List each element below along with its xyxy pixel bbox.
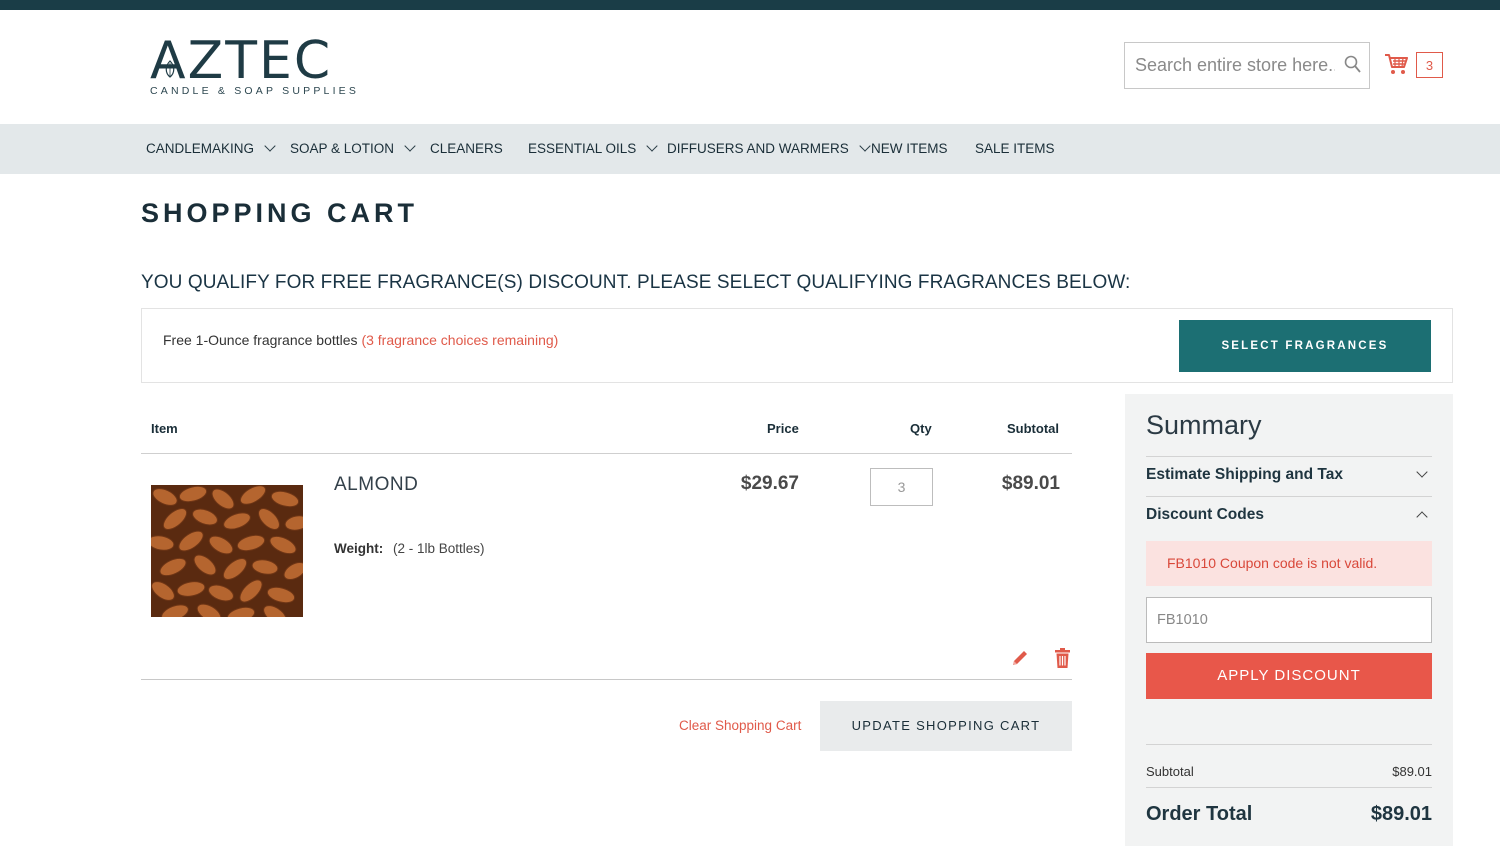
nav-item-sale-items[interactable]: SALE ITEMS <box>975 124 1055 174</box>
chevron-down-icon <box>859 140 871 152</box>
logo-tagline: CANDLE & SOAP SUPPLIES <box>150 85 360 97</box>
nav-label: NEW ITEMS <box>871 141 948 156</box>
discount-codes-label: Discount Codes <box>1146 506 1264 523</box>
promo-box: Free 1-Ounce fragrance bottles (3 fragra… <box>141 308 1453 383</box>
column-header-price: Price <box>767 421 799 436</box>
main-navigation: CANDLEMAKING SOAP & LOTION CLEANERS ESSE… <box>0 124 1500 174</box>
divider <box>1146 744 1432 745</box>
nav-item-soap-lotion[interactable]: SOAP & LOTION <box>290 124 416 174</box>
pencil-icon[interactable] <box>1011 649 1029 667</box>
nav-label: ESSENTIAL OILS <box>528 141 637 156</box>
chevron-down-icon <box>1416 466 1428 478</box>
coupon-error-message: FB1010 Coupon code is not valid. <box>1146 541 1432 586</box>
order-summary: Summary Estimate Shipping and Tax Discou… <box>1125 394 1453 846</box>
select-fragrances-button[interactable]: SELECT FRAGRANCES <box>1179 320 1431 372</box>
chevron-up-icon <box>1416 511 1428 523</box>
nav-item-new-items[interactable]: NEW ITEMS <box>871 124 948 174</box>
summary-title: Summary <box>1146 410 1262 440</box>
nav-label: CLEANERS <box>430 141 503 156</box>
nav-label: SALE ITEMS <box>975 141 1055 156</box>
logo-wordmark: AZTEC <box>150 31 333 91</box>
item-subtotal: $89.01 <box>1001 473 1060 494</box>
cart-count-badge[interactable]: 3 <box>1416 52 1443 78</box>
subtotal-label: Subtotal <box>1146 764 1194 779</box>
nav-item-essential-oils[interactable]: ESSENTIAL OILS <box>528 124 658 174</box>
nav-item-diffusers-warmers[interactable]: DIFFUSERS AND WARMERS <box>667 124 871 174</box>
page-title: SHOPPING CART <box>141 198 419 228</box>
estimate-shipping-label: Estimate Shipping and Tax <box>1146 466 1343 483</box>
nav-item-cleaners[interactable]: CLEANERS <box>430 124 503 174</box>
product-name[interactable]: ALMOND <box>334 474 418 496</box>
clear-cart-link[interactable]: Clear Shopping Cart <box>679 718 801 733</box>
order-total-value: $89.01 <box>1370 803 1432 825</box>
product-image[interactable] <box>151 485 303 617</box>
subtotal-value: $89.01 <box>1392 764 1432 779</box>
almond-photo <box>151 485 303 617</box>
update-cart-button[interactable]: UPDATE SHOPPING CART <box>820 701 1072 751</box>
leaf-icon <box>165 60 175 78</box>
column-header-subtotal: Subtotal <box>1007 421 1059 436</box>
promo-offer-text: Free 1-Ounce fragrance bottles <box>163 332 358 348</box>
trash-icon[interactable] <box>1055 648 1070 668</box>
chevron-down-icon <box>646 140 658 152</box>
order-total-label: Order Total <box>1146 803 1253 825</box>
product-option-label: Weight: <box>334 541 384 556</box>
chevron-down-icon <box>264 140 276 152</box>
nav-item-candlemaking[interactable]: CANDLEMAKING <box>146 124 276 174</box>
product-option-value: (2 - 1lb Bottles) <box>393 541 485 556</box>
discount-code-input[interactable] <box>1146 597 1432 643</box>
search-box[interactable] <box>1124 42 1370 89</box>
nav-label: CANDLEMAKING <box>146 141 255 156</box>
discount-codes-toggle[interactable]: Discount Codes <box>1146 496 1432 536</box>
item-price: $29.67 <box>740 473 799 494</box>
column-header-item: Item <box>151 421 178 436</box>
chevron-down-icon <box>404 140 416 152</box>
search-input[interactable] <box>1125 43 1335 88</box>
promo-offer: Free 1-Ounce fragrance bottles (3 fragra… <box>163 332 558 348</box>
top-accent-bar <box>0 0 1500 10</box>
divider <box>1146 787 1432 788</box>
nav-label: SOAP & LOTION <box>290 141 395 156</box>
cart-table-header: Item Price Qty Subtotal <box>141 410 1072 454</box>
column-header-qty: Qty <box>910 421 932 436</box>
nav-label: DIFFUSERS AND WARMERS <box>667 141 849 156</box>
search-icon[interactable] <box>1344 55 1362 75</box>
site-logo[interactable]: AZTEC CANDLE & SOAP SUPPLIES <box>150 31 356 100</box>
cart-icon[interactable] <box>1384 52 1408 76</box>
row-divider <box>141 679 1072 680</box>
estimate-shipping-toggle[interactable]: Estimate Shipping and Tax <box>1146 456 1432 496</box>
promo-heading: YOU QUALIFY FOR FREE FRAGRANCE(S) DISCOU… <box>141 272 1131 293</box>
qty-input[interactable] <box>870 468 933 506</box>
apply-discount-button[interactable]: APPLY DISCOUNT <box>1146 653 1432 699</box>
promo-remaining-text: (3 fragrance choices remaining) <box>361 332 559 348</box>
